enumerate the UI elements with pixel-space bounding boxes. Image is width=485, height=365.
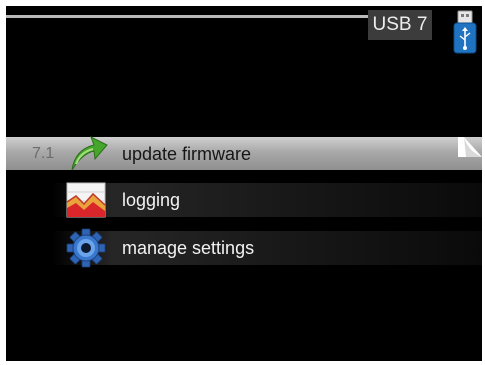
menu-item-number: 7.1: [32, 145, 55, 162]
chart-icon: [66, 182, 106, 218]
usb-stick-icon: [453, 10, 477, 54]
page-title: USB 7: [368, 10, 432, 40]
display-screen: USB 7 7.1 update firmware logging manage…: [6, 6, 482, 361]
menu-item-label: logging: [122, 190, 181, 210]
menu-item-manage-settings[interactable]: manage settings: [52, 231, 482, 265]
menu-item-label: manage settings: [122, 238, 255, 258]
page-curl-icon: [458, 137, 482, 157]
header-rule: [6, 15, 368, 18]
gear-icon: [66, 228, 106, 268]
menu-item-logging[interactable]: logging: [52, 183, 482, 217]
update-arrow-icon: [71, 135, 108, 171]
menu-item-label: update firmware: [122, 144, 252, 164]
